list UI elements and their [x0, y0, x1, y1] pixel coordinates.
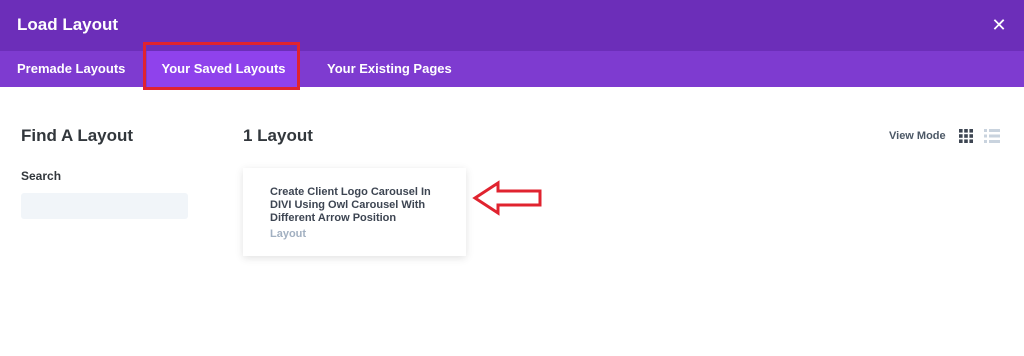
layout-card-type: Layout	[270, 228, 307, 240]
view-mode-label: View Mode	[889, 130, 946, 142]
search-input[interactable]	[21, 193, 188, 219]
close-icon[interactable]: ✕	[988, 14, 1010, 36]
annotation-highlight-box	[143, 42, 300, 90]
results-count: 1 Layout	[243, 126, 313, 145]
tab-premade-layouts[interactable]: Premade Layouts	[17, 51, 125, 87]
tab-your-existing-pages[interactable]: Your Existing Pages	[327, 51, 452, 87]
sidebar-title: Find A Layout	[21, 126, 134, 145]
grid-icon[interactable]	[959, 129, 973, 143]
layout-card-title: Create Client Logo Carousel In DIVI Usin…	[270, 186, 431, 224]
layout-card[interactable]: Create Client Logo Carousel In DIVI Usin…	[243, 168, 466, 256]
modal-title: Load Layout	[17, 15, 119, 34]
search-label: Search	[21, 169, 62, 183]
list-icon[interactable]	[984, 129, 1000, 143]
annotation-arrow-icon	[472, 180, 542, 216]
